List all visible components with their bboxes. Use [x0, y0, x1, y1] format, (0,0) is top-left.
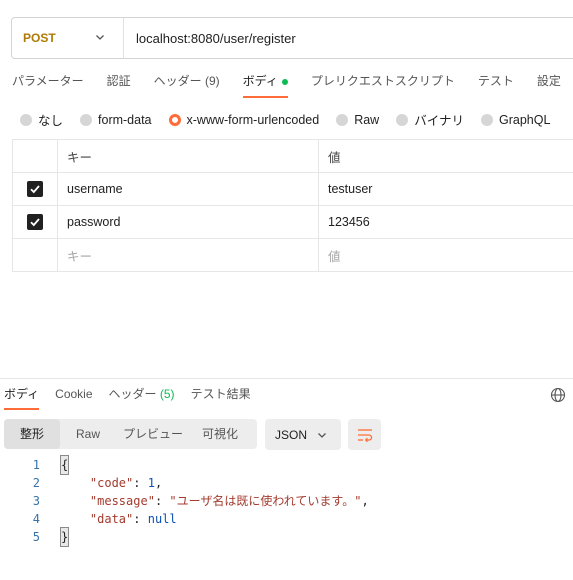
- radio-form-data[interactable]: form-data: [80, 110, 152, 129]
- checkbox-checked-icon[interactable]: [27, 214, 43, 230]
- json-key-data: "data": [89, 512, 134, 526]
- line-number: 3: [32, 494, 40, 508]
- param-key[interactable]: username: [57, 172, 319, 206]
- radio-label: バイナリ: [414, 114, 464, 128]
- line-number: 4: [32, 512, 40, 526]
- headers-count: (5): [159, 387, 175, 401]
- radio-label: Raw: [354, 112, 380, 127]
- body-type-radios: なし form-data x-www-form-urlencoded Raw バ…: [20, 110, 567, 129]
- radio-circle-icon: [480, 113, 493, 126]
- modified-dot-icon: [281, 78, 288, 85]
- radio-label: form-data: [98, 112, 152, 127]
- json-open-brace: {: [59, 455, 70, 475]
- code-line: 5}: [0, 527, 369, 547]
- table-row: username testuser: [12, 172, 573, 206]
- wrap-lines-button[interactable]: [348, 419, 381, 450]
- radio-circle-icon: [336, 113, 349, 126]
- radio-selected-icon: [168, 113, 181, 126]
- radio-circle-icon: [396, 113, 409, 126]
- table-row: password 123456: [12, 205, 573, 239]
- view-mode-segment: 整形 Raw プレビュー 可視化: [4, 419, 257, 449]
- tab-body[interactable]: ボディ: [242, 72, 289, 98]
- json-key-code: "code": [89, 476, 134, 490]
- line-number: 2: [32, 476, 40, 490]
- response-code-view[interactable]: 1{ 2 "code": 1, 3 "message": "ユーザ名は既に使われ…: [0, 455, 369, 547]
- url-bar: POST localhost:8080/user/register: [11, 17, 573, 59]
- tab-pre-request-script[interactable]: プレリクエストスクリプト: [311, 72, 455, 98]
- tab-response-headers[interactable]: ヘッダー (5): [109, 386, 175, 410]
- tab-params[interactable]: パラメーター: [12, 72, 84, 98]
- radio-label: なし: [38, 114, 64, 128]
- new-value-input[interactable]: 値: [318, 238, 573, 272]
- header-check-cell: [12, 139, 58, 173]
- wrap-lines-icon: [357, 428, 372, 442]
- code-line: 1{: [0, 455, 369, 475]
- tab-response-headers-label: ヘッダー: [108, 387, 157, 401]
- header-key: キー: [57, 139, 319, 173]
- tab-headers[interactable]: ヘッダー (9): [154, 72, 220, 98]
- view-pretty[interactable]: 整形: [4, 419, 60, 449]
- tab-test-results[interactable]: テスト結果: [191, 386, 251, 410]
- tab-response-body[interactable]: ボディ: [4, 386, 40, 410]
- radio-binary[interactable]: バイナリ: [396, 110, 464, 129]
- radio-x-www-form-urlencoded[interactable]: x-www-form-urlencoded: [168, 110, 320, 129]
- method-label: POST: [23, 31, 56, 45]
- json-key-message: "message": [89, 494, 155, 508]
- code-line: 2 "code": 1,: [0, 474, 369, 492]
- param-value[interactable]: testuser: [318, 172, 573, 206]
- json-value-code: 1: [147, 476, 155, 490]
- code-line: 4 "data": null: [0, 510, 369, 528]
- tab-cookies[interactable]: Cookie: [55, 386, 92, 410]
- param-key[interactable]: password: [57, 205, 319, 239]
- globe-icon[interactable]: [550, 387, 566, 403]
- line-number: 1: [32, 458, 40, 472]
- radio-label: x-www-form-urlencoded: [186, 112, 320, 127]
- url-input[interactable]: localhost:8080/user/register: [124, 31, 296, 46]
- param-value[interactable]: 123456: [318, 205, 573, 239]
- checkbox-checked-icon[interactable]: [27, 181, 43, 197]
- json-value-message: "ユーザ名は既に使われています。": [169, 494, 362, 508]
- view-visualize[interactable]: 可視化: [190, 419, 250, 449]
- tab-settings[interactable]: 設定: [537, 72, 561, 98]
- chevron-down-icon: [96, 35, 104, 40]
- chevron-down-icon: [318, 432, 326, 438]
- tab-body-label: ボディ: [242, 74, 278, 88]
- view-raw[interactable]: Raw: [60, 419, 116, 449]
- pane-divider[interactable]: [0, 378, 573, 379]
- line-number: 5: [32, 530, 40, 544]
- radio-circle-icon: [80, 113, 93, 126]
- view-preview[interactable]: プレビュー: [116, 419, 190, 449]
- tab-tests[interactable]: テスト: [478, 72, 514, 98]
- radio-circle-icon: [20, 113, 32, 126]
- new-key-input[interactable]: キー: [57, 238, 319, 272]
- radio-none[interactable]: なし: [20, 110, 63, 129]
- code-line: 3 "message": "ユーザ名は既に使われています。",: [0, 492, 369, 510]
- radio-label: GraphQL: [498, 112, 551, 127]
- format-label: JSON: [275, 427, 308, 442]
- format-select[interactable]: JSON: [265, 419, 341, 450]
- table-row-empty: キー 値: [12, 238, 573, 272]
- response-tabs: ボディ Cookie ヘッダー (5) テスト結果: [4, 386, 267, 410]
- params-table: キー 値 username testuser password 123456 キ…: [12, 139, 573, 272]
- radio-raw[interactable]: Raw: [336, 110, 379, 129]
- radio-graphql[interactable]: GraphQL: [480, 110, 551, 129]
- request-tabs: パラメーター 認証 ヘッダー (9) ボディ プレリクエストスクリプト テスト …: [12, 72, 573, 98]
- table-header-row: キー 値: [12, 139, 573, 173]
- header-value: 値: [318, 139, 573, 173]
- method-select[interactable]: POST: [12, 18, 124, 58]
- json-value-data: null: [147, 512, 177, 526]
- tab-auth[interactable]: 認証: [107, 72, 131, 98]
- row-check-cell: [12, 172, 58, 206]
- row-check-cell: [12, 238, 58, 272]
- json-close-brace: }: [59, 527, 70, 547]
- row-check-cell: [12, 205, 58, 239]
